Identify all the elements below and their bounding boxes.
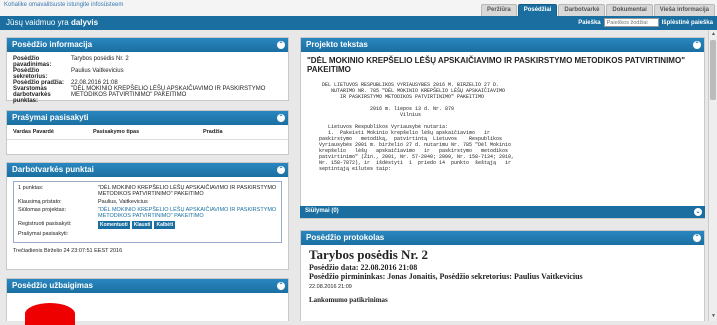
info-row: Posėdžio pavadinimas: Tarybos posėdis Nr.… (13, 56, 129, 68)
presenter-label: Klausimą pristato: (18, 199, 62, 205)
meeting-info-panel: Posėdžio informacija ⌃ Posėdžio pavadinim… (6, 37, 289, 104)
search-area: Paieška Išplėstinė paieška (578, 18, 713, 27)
collapse-icon[interactable]: ⌃ (693, 234, 701, 242)
protocol-subheading: Lankomumo patikrinimas (309, 296, 388, 304)
search-label: Paieška (578, 19, 601, 26)
role-header: Jūsų vaidmuo yra dalyvis Paieška Išplėst… (0, 16, 717, 30)
collapse-icon[interactable]: ⌃ (277, 166, 285, 174)
speak-button[interactable]: Kalbėti (154, 221, 176, 229)
agenda-panel: Darbotvarkės punktai ⌃ 1 punktas: "DĖL MOK… (6, 162, 289, 270)
panel-header: Posėdžio informacija ⌃ (7, 38, 288, 52)
panel-header: Prašymai pasisakyti ⌃ (7, 111, 288, 125)
col-start: Pradžia (203, 129, 223, 135)
project-text-panel: Projekto tekstas ⌃ "DĖL MOKINIO KREPŠELIO… (300, 37, 705, 219)
project-label: Siūlomas projektas: (18, 207, 66, 213)
protocol-people: Posėdžio pirmininkas: Jonas Jonaitis, Po… (309, 272, 583, 281)
timestamp: Trečiadienis Birželio 24 23:07:51 EEST 2… (13, 248, 123, 254)
col-type: Pasisakymo tipas (93, 129, 140, 135)
suggestions-bar[interactable]: Siūlymai (0) ⌄ (300, 206, 705, 218)
panel-header: Projekto tekstas ⌃ (301, 38, 704, 52)
protocol-panel: Posėdžio protokolas ⌃ Tarybos posėdis Nr.… (300, 230, 705, 321)
end-meeting-button[interactable] (25, 303, 75, 325)
protocol-date: Posėdžio data: 22.08.2016 21:08 (309, 263, 418, 272)
panel-header: Posėdžio protokolas ⌃ (301, 231, 704, 245)
tab-agenda[interactable]: Darbotvarkė (558, 4, 606, 16)
expand-icon[interactable]: ⌄ (694, 208, 702, 216)
protocol-timestamp: 22.08.2016 21:09 (309, 284, 352, 290)
extended-search-link[interactable]: Išplėstinė paieška (662, 20, 713, 26)
panel-header: Posėdžio užbaigimas ⌃ (7, 279, 288, 293)
tab-preview[interactable]: Peržiūra (481, 4, 517, 16)
scroll-up-icon[interactable]: ▲ (710, 31, 717, 38)
tab-documents[interactable]: Dokumentai (606, 4, 653, 16)
agenda-label: 1 punktas: (18, 185, 44, 191)
collapse-icon[interactable]: ⌃ (693, 41, 701, 49)
presenter-value: Paulius, Vaitkevicius (98, 199, 148, 205)
project-heading: "DĖL MOKINIO KREPŠELIO LĖŠŲ APSKAIČIAVIM… (307, 56, 685, 74)
collapse-icon[interactable]: ⌃ (277, 282, 285, 290)
main-tabs: Peržiūra Posėdžiai Darbotvarkė Dokumenta… (481, 4, 715, 16)
collapse-icon[interactable]: ⌃ (277, 41, 285, 49)
speech-requests-panel: Prašymai pasisakyti ⌃ Vardas Pavardė Pasi… (6, 110, 289, 155)
project-document: DĖL LIETUVOS RESPUBLIKOS VYRIAUSYBĖS 201… (319, 82, 515, 172)
meeting-end-panel: Posėdžio užbaigimas ⌃ (6, 278, 289, 325)
scroll-thumb[interactable] (710, 40, 716, 100)
project-link[interactable]: "DĖL MOKINIO KREPŠELIO LĖŠŲ APSKAIČIAVIM… (98, 207, 277, 219)
role-value: dalyvis (70, 18, 99, 27)
requests-table-header: Vardas Pavardė Pasisakymo tipas Pradžia (7, 125, 288, 140)
info-row: Posėdžio sekretorius: Paulius Vaitkeviciu… (13, 68, 124, 80)
meeting-info-rows: Posėdžio pavadinimas: Tarybos posėdis Nr.… (7, 52, 288, 108)
scroll-down-icon[interactable]: ▼ (710, 313, 717, 320)
agenda-item: 1 punktas: "DĖL MOKINIO KREPŠELIO LĖŠŲ AP… (13, 181, 282, 243)
agenda-value: "DĖL MOKINIO KREPŠELIO LĖŠŲ APSKAIČIAVIM… (98, 185, 277, 197)
tab-meetings[interactable]: Posėdžiai (517, 4, 558, 16)
info-row: Svarstomas darbotvarkės punktas: "DĖL MOK… (13, 86, 266, 104)
requests-label: Prašymai pasisakyti: (18, 231, 69, 237)
collapse-icon[interactable]: ⌃ (277, 114, 285, 122)
panel-header: Darbotvarkės punktai ⌃ (7, 163, 288, 177)
page-scrollbar[interactable]: ▲ ▼ (708, 30, 717, 321)
registered-label: Registruoti pasisakyti: (18, 221, 72, 227)
tab-public-info[interactable]: Vieša informacija (653, 4, 715, 16)
ask-button[interactable]: Klausti (131, 221, 153, 229)
search-input[interactable] (603, 18, 659, 27)
comment-button[interactable]: Komentuoti (98, 221, 130, 229)
role-text: Jūsų vaidmuo yra dalyvis (6, 18, 99, 27)
breadcrumb[interactable]: Kohalike omavalitsuste istungite infosüs… (4, 2, 123, 8)
col-name: Vardas Pavardė (13, 129, 54, 135)
protocol-heading: Tarybos posėdis Nr. 2 (309, 247, 428, 262)
top-bar: Kohalike omavalitsuste istungite infosüs… (0, 0, 717, 16)
